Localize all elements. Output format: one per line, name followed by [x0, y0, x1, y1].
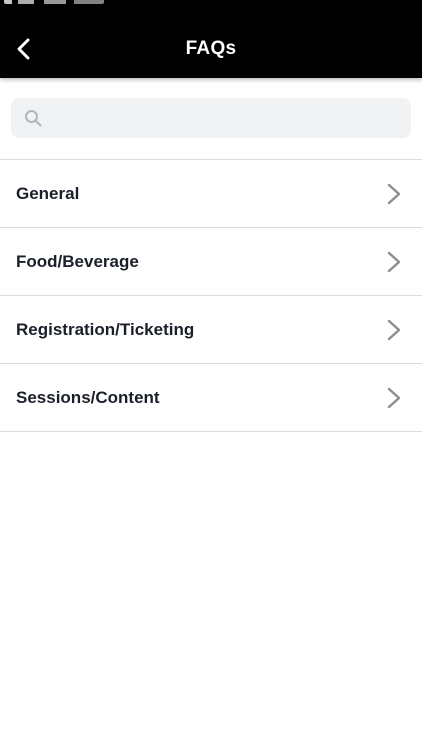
faq-category-food-beverage[interactable]: Food/Beverage: [0, 228, 422, 296]
faq-category-label: Food/Beverage: [16, 252, 139, 271]
status-bar-fragment: [4, 0, 104, 4]
chevron-right-icon: [387, 251, 401, 273]
faq-category-label: Sessions/Content: [16, 388, 160, 407]
search-icon: [25, 110, 42, 127]
faq-category-label: Registration/Ticketing: [16, 320, 195, 339]
chevron-right-icon: [387, 319, 401, 341]
faq-category-general[interactable]: General: [0, 160, 422, 228]
top-nav-bar: FAQs: [0, 0, 422, 78]
page-title: FAQs: [185, 38, 237, 59]
chevron-right-icon: [387, 387, 401, 409]
chevron-right-icon: [387, 183, 401, 205]
faq-category-list: General Food/Beverage Registration/Ticke…: [0, 159, 422, 432]
faq-category-registration-ticketing[interactable]: Registration/Ticketing: [0, 296, 422, 364]
faq-category-label: General: [16, 184, 80, 203]
search-input[interactable]: [53, 98, 403, 138]
status-bar: [0, 0, 422, 10]
faq-category-sessions-content[interactable]: Sessions/Content: [0, 364, 422, 432]
search-bar[interactable]: [11, 98, 411, 138]
